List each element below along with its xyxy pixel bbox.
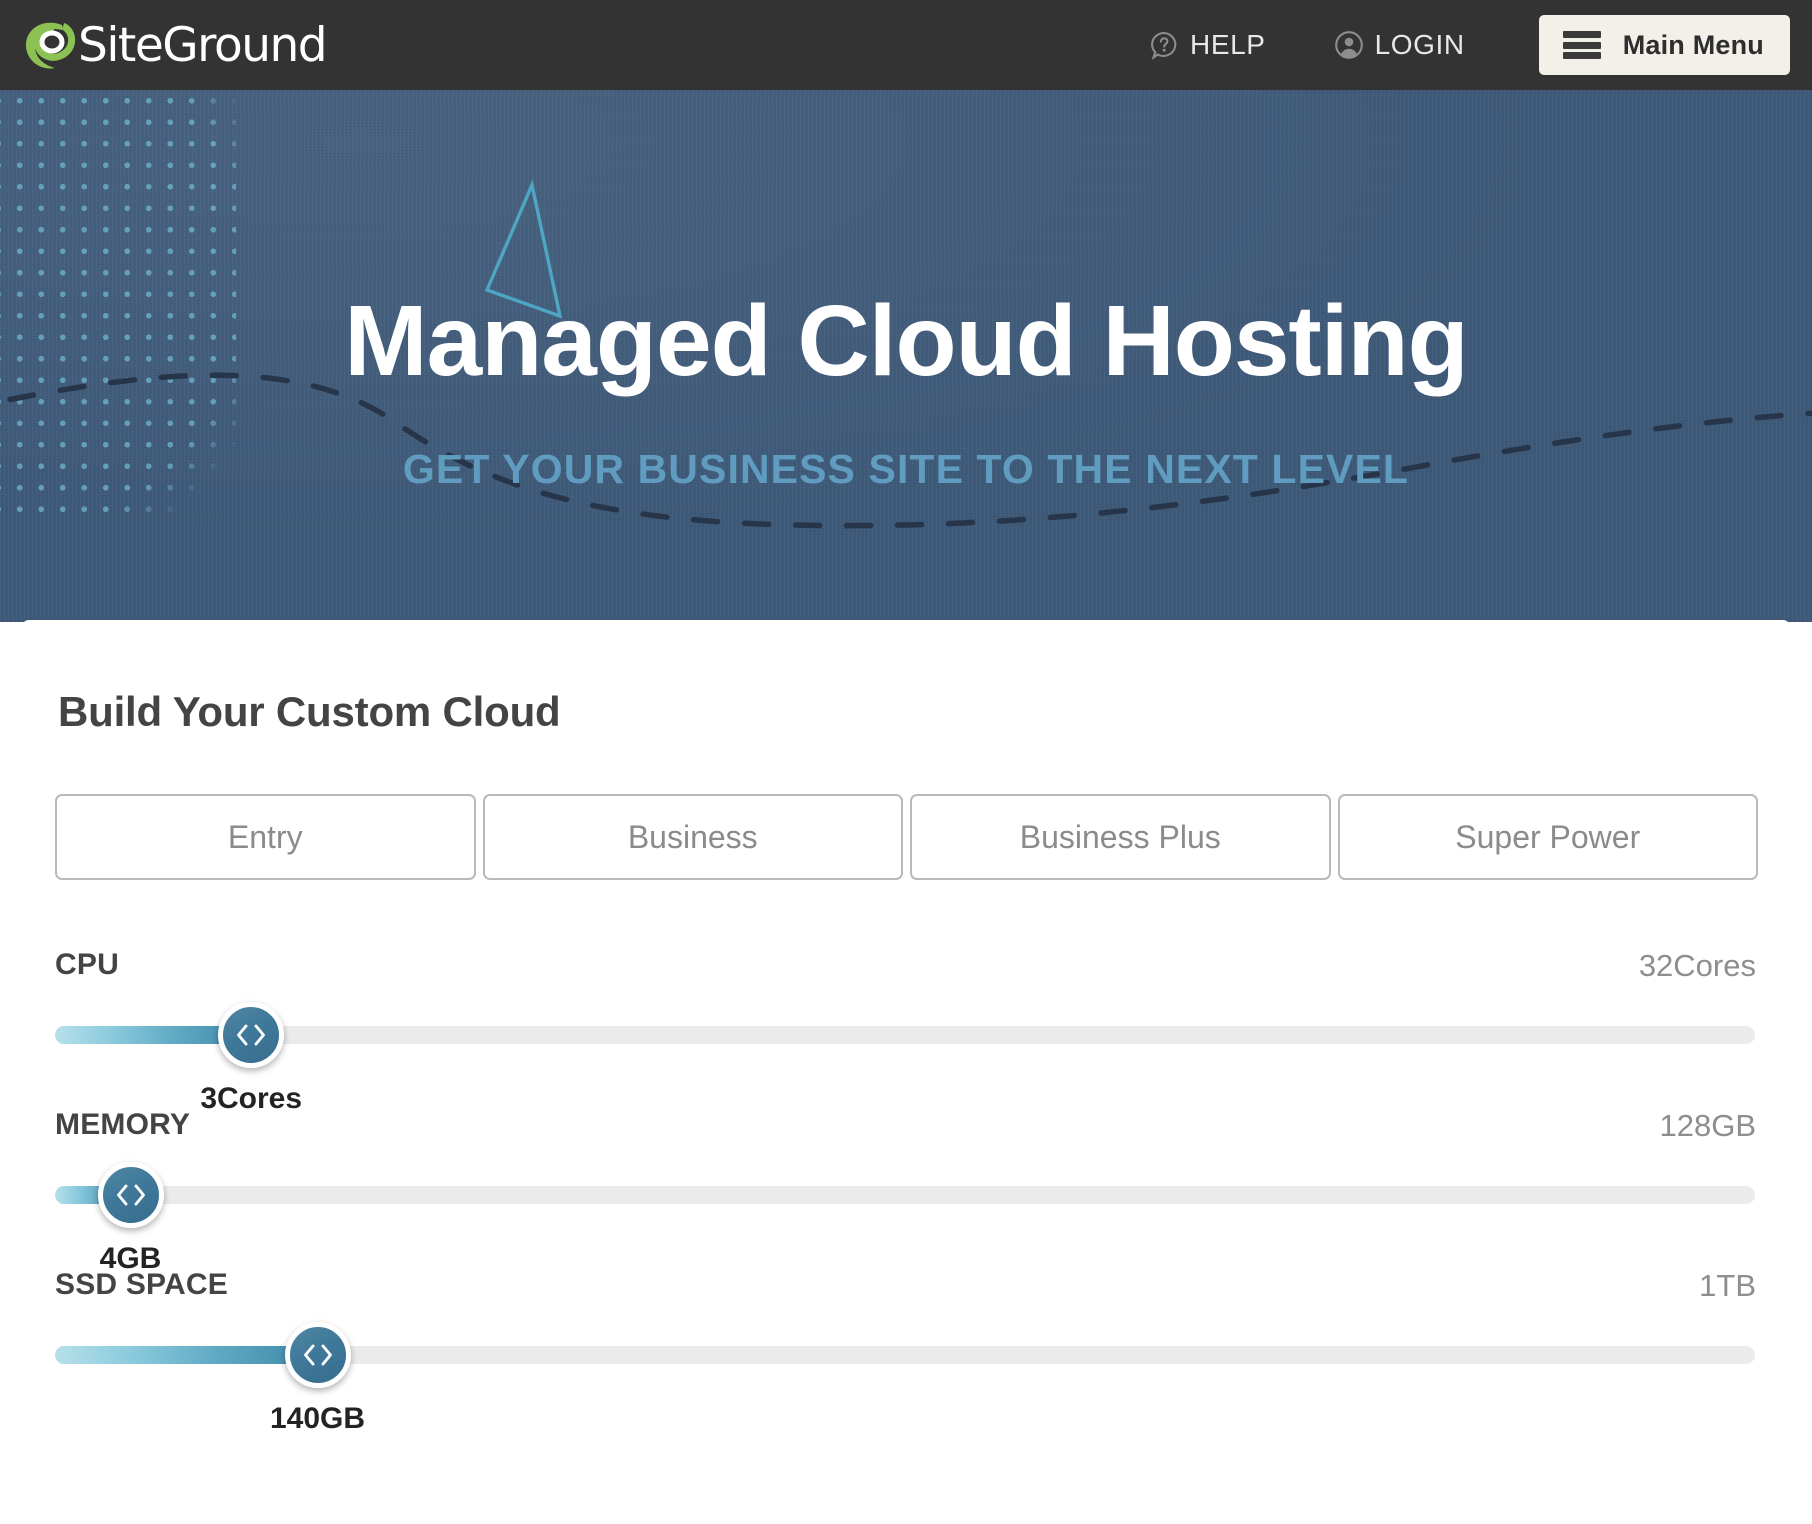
plan-tab-label: Entry (227, 818, 303, 855)
slider-max-ssd-space: 1TB (1699, 1268, 1756, 1303)
hero-subtitle: GET YOUR BUSINESS SITE TO THE NEXT LEVEL (402, 446, 1410, 492)
logo-wordmark: SiteGround (78, 17, 328, 73)
plan-tab-label: Business Plus (1019, 818, 1221, 855)
slider-track-area[interactable]: 140GB (55, 1322, 1783, 1435)
chevron-left-right-icon (237, 1024, 266, 1046)
user-avatar-icon (1334, 30, 1364, 60)
help-link[interactable]: HELP (1115, 29, 1300, 61)
hamburger-icon (1562, 31, 1601, 59)
chevron-left-right-icon (116, 1184, 145, 1206)
slider-track-area[interactable]: 3Cores (55, 1002, 1783, 1115)
help-label: HELP (1190, 29, 1266, 60)
main-menu-button[interactable]: Main Menu (1538, 15, 1790, 75)
main-menu-label: Main Menu (1622, 29, 1764, 60)
slider-track-fill (55, 1346, 318, 1364)
slider-label-cpu: CPU (55, 948, 119, 981)
plan-tab-label: Super Power (1455, 818, 1641, 855)
build-custom-cloud-card: Build Your Custom Cloud Entry Business B… (22, 620, 1790, 1524)
plan-tab-label: Business (627, 818, 758, 855)
login-label: LOGIN (1374, 29, 1465, 60)
plan-tab-super-power[interactable]: Super Power (1337, 794, 1758, 880)
slider-header: MEMORY 128GB (55, 1108, 1783, 1152)
slider-label-ssd-space: SSD SPACE (55, 1268, 228, 1301)
hero-title: Managed Cloud Hosting (344, 285, 1468, 397)
plan-tabs: Entry Business Business Plus Super Power (55, 794, 1758, 880)
login-link[interactable]: LOGIN (1300, 29, 1499, 61)
top-navigation-bar: SiteGround HELP LOGIN Main Menu (0, 0, 1812, 90)
plan-tab-entry[interactable]: Entry (55, 794, 476, 880)
slider-row-memory: MEMORY 128GB 4GB (55, 1108, 1783, 1275)
plan-tab-business[interactable]: Business (482, 794, 903, 880)
slider-handle-ssd-space[interactable] (284, 1322, 351, 1388)
slider-track (55, 1186, 1755, 1204)
slider-track (55, 1026, 1755, 1044)
header-actions: HELP LOGIN Main Menu (1115, 15, 1790, 75)
slider-label-memory: MEMORY (55, 1108, 191, 1141)
slider-row-ssd-space: SSD SPACE 1TB 140GB (55, 1268, 1783, 1435)
slider-header: SSD SPACE 1TB (55, 1268, 1783, 1312)
slider-value-ssd-space: 140GB (269, 1402, 366, 1435)
slider-max-cpu: 32Cores (1638, 948, 1756, 983)
slider-row-cpu: CPU 32Cores 3Cores (55, 948, 1783, 1115)
slider-handle-cpu[interactable] (218, 1002, 285, 1068)
question-bubble-icon (1149, 30, 1179, 61)
plan-tab-business-plus[interactable]: Business Plus (910, 794, 1331, 880)
card-title: Build Your Custom Cloud (58, 688, 561, 735)
slider-header: CPU 32Cores (55, 948, 1783, 992)
slider-max-memory: 128GB (1659, 1108, 1756, 1143)
hero-banner: Managed Cloud Hosting GET YOUR BUSINESS … (0, 90, 1812, 622)
slider-track-area[interactable]: 4GB (55, 1162, 1783, 1275)
siteground-leaf-logo (22, 16, 78, 74)
siteground-logo[interactable]: SiteGround (22, 16, 328, 74)
chevron-left-right-icon (303, 1344, 332, 1366)
slider-handle-memory[interactable] (97, 1162, 164, 1228)
